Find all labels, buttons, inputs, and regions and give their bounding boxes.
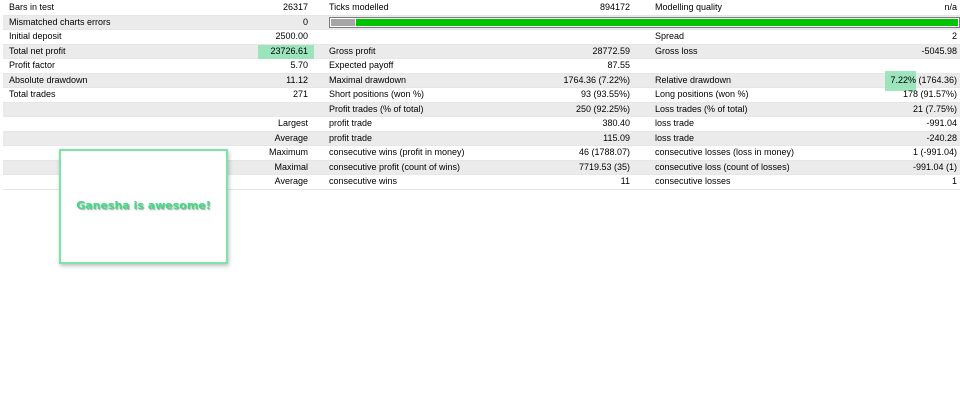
value-profit-factor: 5.70: [290, 60, 308, 70]
label-maximum: Maximum: [268, 147, 308, 157]
label-average: Average: [274, 132, 308, 143]
report-row-profit-loss-trades: Profit trades (% of total) 250 (92.25%) …: [3, 102, 960, 117]
value-bars-in-test: 26317: [282, 2, 308, 12]
value-initial-deposit: 2500.00: [275, 31, 308, 41]
value-loss-trades: 21 (7.75%): [912, 103, 957, 114]
value-maximal-drawdown: 1764.36 (7.22%): [563, 74, 630, 85]
value-maximal-consecutive-loss: -991.04 (1): [912, 161, 957, 172]
label-average-consecutive-losses: consecutive losses: [655, 176, 731, 186]
label-largest-loss-trade: loss trade: [655, 118, 695, 128]
label-gross-profit: Gross profit: [329, 45, 376, 56]
annotation-text: Ganesha is awesome!: [76, 199, 211, 212]
annotation-box: Ganesha is awesome!: [59, 149, 228, 264]
label-maximal-drawdown: Maximal drawdown: [329, 74, 407, 85]
value-gross-profit: 28772.59: [592, 45, 630, 56]
label-maximal-consecutive-profit: consecutive profit (count of wins): [329, 161, 461, 172]
value-spread: 2: [951, 31, 957, 41]
value-absolute-drawdown: 11.12: [286, 74, 308, 85]
value-average-consecutive-wins: 11: [620, 176, 630, 186]
value-largest-profit-trade: 380.40: [602, 118, 630, 128]
modelling-quality-bar-green-segment: [356, 18, 958, 26]
value-long-positions: 178 (91.57%): [902, 89, 957, 99]
modelling-quality-bar-grey-segment: [331, 18, 355, 26]
report-row-average: Average profit trade 115.09 loss trade -…: [3, 131, 960, 146]
value-average-profit-trade: 115.09: [603, 132, 630, 143]
report-row-total-net-profit: Total net profit 23726.61 Gross profit 2…: [3, 44, 960, 59]
label-average-consecutive: Average: [274, 176, 308, 186]
label-mismatched-charts-errors: Mismatched charts errors: [9, 16, 111, 27]
report-row-drawdown: Absolute drawdown 11.12 Maximal drawdown…: [3, 70, 960, 91]
label-largest-profit-trade: profit trade: [329, 118, 373, 128]
label-short-positions: Short positions (won %): [329, 89, 425, 99]
label-modelling-quality: Modelling quality: [655, 2, 723, 12]
label-gross-loss: Gross loss: [655, 45, 698, 56]
value-maximal-consecutive-profit: 7719.53 (35): [578, 161, 630, 172]
report-row-bars-in-test: Bars in test 26317 Ticks modelled 894172…: [3, 1, 960, 16]
label-profit-factor: Profit factor: [9, 60, 56, 70]
label-absolute-drawdown: Absolute drawdown: [9, 74, 88, 85]
label-profit-trades: Profit trades (% of total): [329, 103, 424, 114]
value-mismatched-charts-errors: 0: [302, 16, 308, 27]
report-row-largest: Largest profit trade 380.40 loss trade -…: [3, 117, 960, 132]
label-max-consecutive-losses: consecutive losses (loss in money): [655, 147, 795, 157]
value-average-consecutive-losses: 1: [951, 176, 957, 186]
label-long-positions: Long positions (won %): [655, 89, 749, 99]
label-loss-trades: Loss trades (% of total): [655, 103, 748, 114]
label-maximal-consecutive-loss: consecutive loss (count of losses): [655, 161, 790, 172]
label-largest: Largest: [277, 118, 308, 128]
label-average-loss-trade: loss trade: [655, 132, 695, 143]
value-relative-drawdown: 7.22% (1764.36): [890, 74, 957, 85]
label-average-consecutive-wins: consecutive wins: [329, 176, 398, 186]
label-ticks-modelled: Ticks modelled: [329, 2, 389, 12]
label-total-trades: Total trades: [9, 89, 56, 99]
label-bars-in-test: Bars in test: [9, 2, 55, 12]
value-max-consecutive-wins: 46 (1788.07): [578, 147, 630, 157]
label-total-net-profit: Total net profit: [9, 45, 66, 56]
value-short-positions: 93 (93.55%): [580, 89, 630, 99]
label-spread: Spread: [655, 31, 685, 41]
modelling-quality-bar: [329, 16, 960, 28]
value-ticks-modelled: 894172: [599, 2, 630, 12]
value-max-consecutive-losses: 1 (-991.04): [912, 147, 957, 157]
value-profit-trades: 250 (92.25%): [575, 103, 630, 114]
label-expected-payoff: Expected payoff: [329, 60, 394, 70]
report-row-profit-factor: Profit factor 5.70 Expected payoff 87.55: [3, 59, 960, 74]
label-initial-deposit: Initial deposit: [9, 31, 62, 41]
value-expected-payoff: 87.55: [607, 60, 630, 70]
label-average-profit-trade: profit trade: [329, 132, 373, 143]
label-relative-drawdown: Relative drawdown: [655, 74, 732, 85]
value-largest-loss-trade: -991.04: [926, 118, 957, 128]
value-average-loss-trade: -240.28: [926, 132, 957, 143]
value-modelling-quality: n/a: [944, 2, 957, 12]
report-row-initial-deposit: Initial deposit 2500.00 Spread 2: [3, 30, 960, 45]
report-row-total-trades: Total trades 271 Short positions (won %)…: [3, 88, 960, 103]
value-gross-loss: -5045.98: [921, 45, 957, 56]
report-row-mismatched-errors: Mismatched charts errors 0: [3, 15, 960, 30]
value-total-net-profit: 23726.61: [270, 45, 308, 56]
label-max-consecutive-wins: consecutive wins (profit in money): [329, 147, 465, 157]
value-total-trades: 271: [292, 89, 308, 99]
label-maximal: Maximal: [274, 161, 308, 172]
